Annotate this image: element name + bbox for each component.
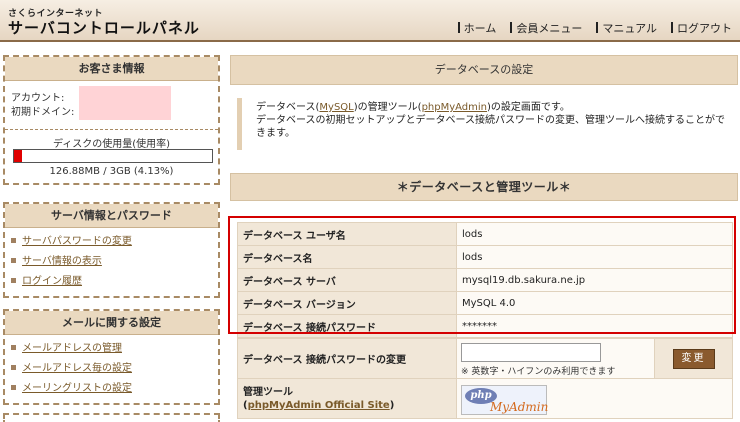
admin-tool-cell: 管理ツール (phpMyAdmin Official Site) bbox=[237, 378, 457, 419]
nav-home-label: ホーム bbox=[463, 22, 497, 35]
db-user-value: lods bbox=[456, 222, 733, 246]
admin-tool-link-row: (phpMyAdmin Official Site) bbox=[243, 399, 456, 412]
nav-divider-icon bbox=[671, 22, 673, 33]
change-password-cell: ※ 英数字・ハイフンのみ利用できます bbox=[456, 338, 655, 379]
login-history-link[interactable]: ログイン履歴 bbox=[22, 276, 82, 287]
table-row: データベース サーバ mysql19.db.sakura.ne.jp bbox=[237, 268, 733, 292]
top-nav: ホーム 会員メニュー マニュアル ログアウト bbox=[457, 20, 732, 36]
admin-tool-logo-cell: php MyAdmin bbox=[456, 378, 733, 419]
db-server-value: mysql19.db.sakura.ne.jp bbox=[456, 268, 733, 292]
nav-logout-label: ログアウト bbox=[677, 22, 732, 35]
bullet-icon bbox=[11, 258, 16, 263]
table-row: データベース 接続パスワードの変更 ※ 英数字・ハイフンのみ利用できます 変更 bbox=[237, 338, 733, 379]
server-info-panel: サーバ情報とパスワード サーバパスワードの変更 サーバ情報の表示 ログイン履歴 bbox=[3, 202, 220, 298]
bullet-icon bbox=[11, 238, 16, 243]
table-row: データベース名 lods bbox=[237, 245, 733, 269]
nav-member-menu-label: 会員メニュー bbox=[516, 22, 583, 35]
db-name-value: lods bbox=[456, 245, 733, 269]
nav-divider-icon bbox=[457, 22, 460, 33]
sidebar-item-mailing-list: メーリングリストの設定 bbox=[11, 379, 218, 399]
customer-info-panel: お客さま情報 アカウント: 初期ドメイン: ディスクの使用量(使用率) 126.… bbox=[3, 55, 220, 185]
page-title: データベースの設定 bbox=[230, 55, 738, 85]
phpmyadmin-link[interactable]: phpMyAdmin bbox=[422, 102, 487, 113]
mail-settings-panel: メールに関する設定 メールアドレスの管理 メールアドレス毎の設定 メーリングリス… bbox=[3, 309, 220, 405]
disk-usage-bar bbox=[13, 149, 213, 163]
intro-post: )の設定画面です。 bbox=[487, 102, 570, 113]
db-password-label: データベース 接続パスワード bbox=[237, 314, 457, 338]
bullet-icon bbox=[11, 385, 16, 390]
db-password-value: ******* bbox=[456, 314, 733, 338]
db-change-table: データベース 接続パスワードの変更 ※ 英数字・ハイフンのみ利用できます 変更 … bbox=[237, 338, 733, 419]
account-label: アカウント: bbox=[11, 93, 65, 104]
phpmyadmin-logo-text: MyAdmin bbox=[490, 400, 549, 414]
mail-settings-title: メールに関する設定 bbox=[5, 311, 218, 335]
table-row: データベース バージョン MySQL 4.0 bbox=[237, 291, 733, 315]
sidebar-item-server-password: サーバパスワードの変更 bbox=[11, 232, 218, 252]
phpmyadmin-logo-button[interactable]: php MyAdmin bbox=[461, 385, 549, 415]
server-info-title: サーバ情報とパスワード bbox=[5, 204, 218, 228]
mailing-list-link[interactable]: メーリングリストの設定 bbox=[22, 383, 132, 394]
intro-mid: )の管理ツール( bbox=[353, 102, 422, 113]
db-version-label: データベース バージョン bbox=[237, 291, 457, 315]
header-bar: さくらインターネット サーバコントロールパネル ホーム 会員メニュー マニュアル… bbox=[0, 0, 740, 42]
paren-close: ) bbox=[389, 399, 395, 411]
table-row: データベース 接続パスワード ******* bbox=[237, 314, 733, 338]
password-note: ※ 英数字・ハイフンのみ利用できます bbox=[461, 367, 616, 377]
change-password-label: データベース 接続パスワードの変更 bbox=[237, 338, 457, 379]
db-version-value: MySQL 4.0 bbox=[456, 291, 733, 315]
mail-per-address-link[interactable]: メールアドレス毎の設定 bbox=[22, 363, 132, 374]
nav-member-menu[interactable]: 会員メニュー bbox=[510, 20, 582, 36]
db-name-label: データベース名 bbox=[237, 245, 457, 269]
table-row: データベース ユーザ名 lods bbox=[237, 222, 733, 246]
disk-usage-text: 126.88MB / 3GB (4.13%) bbox=[49, 166, 174, 177]
bullet-icon bbox=[11, 345, 16, 350]
intro-pre: データベース( bbox=[256, 102, 320, 113]
redacted-account-info bbox=[79, 86, 171, 120]
db-user-label: データベース ユーザ名 bbox=[237, 222, 457, 246]
divider bbox=[5, 129, 218, 130]
logo-title: サーバコントロールパネル bbox=[8, 19, 200, 37]
nav-manual-label: マニュアル bbox=[602, 22, 657, 35]
server-info-link[interactable]: サーバ情報の表示 bbox=[22, 256, 102, 267]
bullet-icon bbox=[11, 278, 16, 283]
disk-usage-title: ディスクの使用量(使用率) bbox=[52, 139, 171, 150]
db-info-table: データベース ユーザ名 lods データベース名 lods データベース サーバ… bbox=[237, 222, 733, 338]
initial-domain-label: 初期ドメイン: bbox=[11, 107, 75, 118]
db-tool-section-title: ＊データベースと管理ツール＊ bbox=[230, 173, 738, 201]
change-password-button[interactable]: 変更 bbox=[672, 348, 715, 369]
admin-tool-label: 管理ツール bbox=[243, 386, 293, 398]
change-button-cell: 変更 bbox=[654, 338, 733, 379]
db-server-label: データベース サーバ bbox=[237, 268, 457, 292]
nav-manual[interactable]: マニュアル bbox=[596, 20, 657, 36]
intro-line2: データベースの初期セットアップとデータベース接続パスワードの変更、管理ツールへ接… bbox=[256, 115, 725, 139]
mysql-link[interactable]: MySQL bbox=[319, 102, 353, 113]
sidebar-item-server-info: サーバ情報の表示 bbox=[11, 252, 218, 272]
phpmyadmin-site-link[interactable]: phpMyAdmin Official Site bbox=[248, 400, 390, 411]
nav-home[interactable]: ホーム bbox=[457, 20, 497, 36]
customer-info-title: お客さま情報 bbox=[5, 57, 218, 81]
mail-address-link[interactable]: メールアドレスの管理 bbox=[22, 343, 122, 354]
new-password-input[interactable] bbox=[461, 343, 601, 362]
disk-usage-fill bbox=[14, 150, 22, 162]
next-panel-partial bbox=[3, 413, 220, 422]
nav-divider-icon bbox=[510, 22, 513, 33]
sidebar-item-mail-per-address: メールアドレス毎の設定 bbox=[11, 359, 218, 379]
intro-text: データベース(MySQL)の管理ツール(phpMyAdmin)の設定画面です。 … bbox=[237, 98, 733, 150]
nav-divider-icon bbox=[596, 22, 599, 33]
nav-logout[interactable]: ログアウト bbox=[671, 20, 732, 36]
sidebar-item-mail-address: メールアドレスの管理 bbox=[11, 339, 218, 359]
sidebar-item-login-history: ログイン履歴 bbox=[11, 272, 218, 292]
server-password-link[interactable]: サーバパスワードの変更 bbox=[22, 236, 132, 247]
table-row: 管理ツール (phpMyAdmin Official Site) php MyA… bbox=[237, 378, 733, 419]
bullet-icon bbox=[11, 365, 16, 370]
